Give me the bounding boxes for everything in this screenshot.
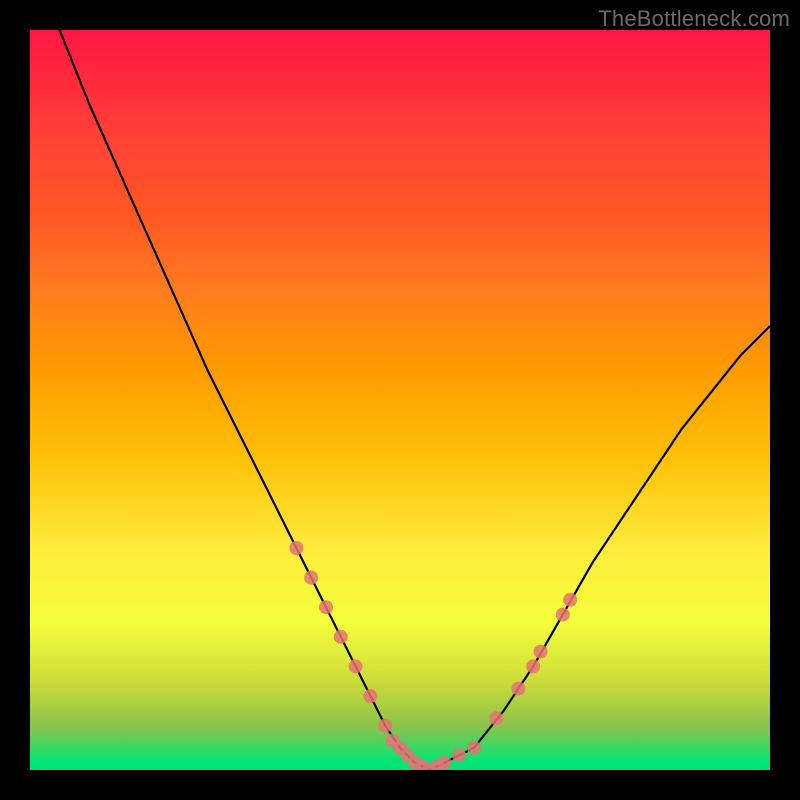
marker-point [452, 748, 466, 762]
bottleneck-curve [30, 30, 770, 770]
marker-point [289, 541, 303, 555]
marker-point [511, 682, 525, 696]
marker-point [363, 689, 377, 703]
marker-point [378, 719, 392, 733]
highlight-markers [289, 541, 577, 770]
marker-point [334, 630, 348, 644]
chart-svg [30, 30, 770, 770]
marker-point [319, 600, 333, 614]
marker-point [556, 608, 570, 622]
watermark-text: TheBottleneck.com [598, 6, 790, 32]
marker-point [534, 645, 548, 659]
marker-point [349, 659, 363, 673]
plot-area [30, 30, 770, 770]
marker-point [437, 756, 451, 770]
marker-point [489, 711, 503, 725]
marker-point [526, 659, 540, 673]
marker-point [304, 571, 318, 585]
chart-frame: TheBottleneck.com [0, 0, 800, 800]
marker-point [467, 741, 481, 755]
marker-point [563, 593, 577, 607]
